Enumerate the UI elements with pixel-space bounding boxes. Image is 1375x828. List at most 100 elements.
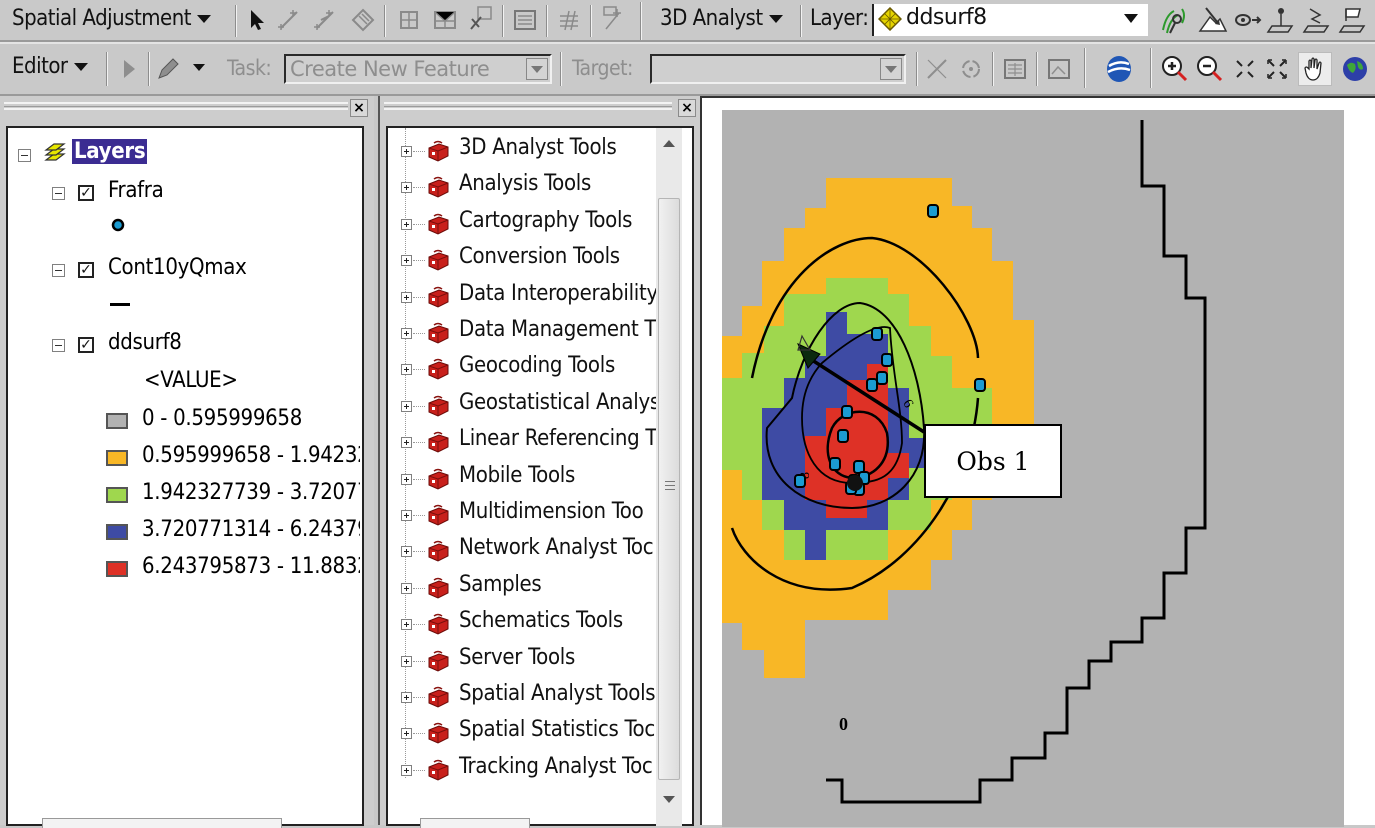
expand-icon[interactable] xyxy=(401,473,412,485)
close-icon[interactable]: × xyxy=(678,99,696,117)
toc-root-layers[interactable]: Layers xyxy=(72,139,148,164)
toolbox-item[interactable]: Cartography Tools xyxy=(388,207,654,243)
expand-icon[interactable] xyxy=(401,692,412,703)
sketch-properties-icon[interactable] xyxy=(1046,56,1072,82)
full-extent-icon[interactable] xyxy=(1340,54,1370,84)
expand-icon[interactable] xyxy=(401,146,412,157)
toolbox-item[interactable]: Schematics Tools xyxy=(388,607,654,643)
toolbox-item[interactable]: Samples xyxy=(388,571,654,607)
toolbox-item[interactable]: Data Interoperability xyxy=(388,280,658,316)
toolbox-scrollbar[interactable] xyxy=(656,128,682,826)
toolbox-item[interactable]: Analysis Tools xyxy=(388,170,654,206)
task-dropdown[interactable]: Create New Feature xyxy=(284,54,552,84)
map-display[interactable]: 068 Obs 1 xyxy=(700,96,1375,827)
target-dropdown[interactable] xyxy=(650,54,906,84)
new-limited-adjust-area-icon[interactable] xyxy=(432,7,458,33)
legend-swatch[interactable] xyxy=(106,450,128,466)
expand-icon[interactable] xyxy=(401,510,412,521)
expand-icon[interactable] xyxy=(401,328,412,339)
layer-visibility-checkbox[interactable]: ✓ xyxy=(78,185,94,201)
collapse-icon[interactable] xyxy=(18,149,31,162)
toolbox-item[interactable]: Spatial Analyst Tools xyxy=(388,680,656,716)
expand-icon[interactable] xyxy=(401,619,412,631)
view-link-table-icon[interactable] xyxy=(512,7,538,33)
toolbox-item[interactable]: Linear Referencing T xyxy=(388,425,657,461)
clear-limited-adjust-area-icon[interactable] xyxy=(468,5,494,31)
toolbox-item[interactable]: Server Tools xyxy=(388,644,654,680)
toolbox-item[interactable]: Multidimension Too xyxy=(388,498,654,534)
toc-layer-cont10yqmax[interactable]: Cont10yQmax xyxy=(108,255,247,280)
multi-displacement-links-icon[interactable] xyxy=(350,7,376,33)
toolbox-item[interactable]: Mobile Tools xyxy=(388,462,654,498)
expand-icon[interactable] xyxy=(401,364,412,376)
legend-swatch[interactable] xyxy=(106,561,128,577)
pan-icon[interactable] xyxy=(1298,52,1332,86)
toc-tab[interactable] xyxy=(42,818,282,828)
legend-swatch[interactable] xyxy=(106,524,128,540)
collapse-icon[interactable] xyxy=(52,187,65,200)
expand-icon[interactable] xyxy=(401,546,412,558)
new-displacement-link-icon[interactable] xyxy=(276,7,302,33)
toolbox-item[interactable]: Conversion Tools xyxy=(388,243,654,279)
legend-swatch[interactable] xyxy=(106,487,128,503)
expand-icon[interactable] xyxy=(401,437,412,449)
attribute-transfer-icon[interactable] xyxy=(600,5,626,31)
google-earth-icon[interactable] xyxy=(1104,54,1134,84)
scroll-up-icon[interactable] xyxy=(663,140,675,147)
line-of-sight-icon[interactable] xyxy=(1233,5,1263,35)
zoom-in-icon[interactable] xyxy=(1160,54,1190,84)
expand-icon[interactable] xyxy=(401,291,412,303)
steepest-path-icon[interactable] xyxy=(1198,5,1228,35)
toc-layer-frafra[interactable]: Frafra xyxy=(108,178,164,203)
modify-link-icon[interactable] xyxy=(312,7,338,33)
chevron-down-icon[interactable] xyxy=(880,58,902,80)
edgematch-icon[interactable] xyxy=(556,7,582,33)
edit-tool-icon[interactable] xyxy=(116,56,142,82)
expand-icon[interactable] xyxy=(401,655,412,667)
select-elements-icon[interactable] xyxy=(244,7,270,33)
sketch-tool-icon[interactable] xyxy=(156,56,182,82)
toolbox-item[interactable]: Geocoding Tools xyxy=(388,352,654,388)
attributes-icon[interactable] xyxy=(1002,56,1028,82)
layer-visibility-checkbox[interactable]: ✓ xyxy=(78,262,94,278)
layer-dropdown[interactable]: ddsurf8 xyxy=(872,4,1148,36)
scroll-down-icon[interactable] xyxy=(663,796,675,803)
toolbox-tab[interactable] xyxy=(420,818,530,828)
interpolate-point-icon[interactable] xyxy=(1302,5,1332,35)
zoom-out-icon[interactable] xyxy=(1195,54,1225,84)
toolbox-item[interactable]: Data Management T xyxy=(388,316,657,352)
toolbox-item[interactable]: Spatial Statistics Toc xyxy=(388,716,655,752)
collapse-icon[interactable] xyxy=(52,339,65,352)
close-icon[interactable]: × xyxy=(350,99,368,117)
contour-icon[interactable] xyxy=(1160,5,1190,35)
expand-icon[interactable] xyxy=(401,728,412,740)
create-profile-graph-icon[interactable] xyxy=(1266,5,1296,35)
expand-icon[interactable] xyxy=(401,764,412,776)
expand-icon[interactable] xyxy=(401,218,412,230)
expand-icon[interactable] xyxy=(401,400,412,412)
editor-menu[interactable]: Editor xyxy=(12,54,88,79)
fixed-zoom-in-icon[interactable] xyxy=(1232,56,1258,82)
chevron-down-icon[interactable] xyxy=(1124,14,1138,23)
spatial-adjustment-menu[interactable]: Spatial Adjustment xyxy=(12,6,212,31)
panel-drag-handle[interactable] xyxy=(4,102,348,110)
expand-icon[interactable] xyxy=(401,255,412,267)
3d-analyst-menu[interactable]: 3D Analyst xyxy=(660,6,783,31)
rotate-tool-icon[interactable] xyxy=(958,56,984,82)
toc-layer-ddsurf8[interactable]: ddsurf8 xyxy=(108,330,182,355)
panel-drag-handle[interactable] xyxy=(384,102,672,110)
new-identity-link-icon[interactable] xyxy=(396,7,422,33)
expand-icon[interactable] xyxy=(401,582,412,594)
split-tool-icon[interactable] xyxy=(924,56,950,82)
layer-visibility-checkbox[interactable]: ✓ xyxy=(78,337,94,353)
scrollbar-thumb[interactable] xyxy=(658,198,680,780)
toolbox-item[interactable]: Network Analyst Toc xyxy=(388,534,654,570)
interpolate-line-icon[interactable] xyxy=(1338,5,1368,35)
toolbox-item[interactable]: 3D Analyst Tools xyxy=(388,134,654,170)
chevron-down-icon[interactable] xyxy=(193,64,205,71)
toolbox-item[interactable]: Tracking Analyst Toc xyxy=(388,753,654,789)
expand-icon[interactable] xyxy=(401,182,412,194)
fixed-zoom-out-icon[interactable] xyxy=(1264,56,1290,82)
chevron-down-icon[interactable] xyxy=(526,58,548,80)
legend-swatch[interactable] xyxy=(106,413,128,429)
